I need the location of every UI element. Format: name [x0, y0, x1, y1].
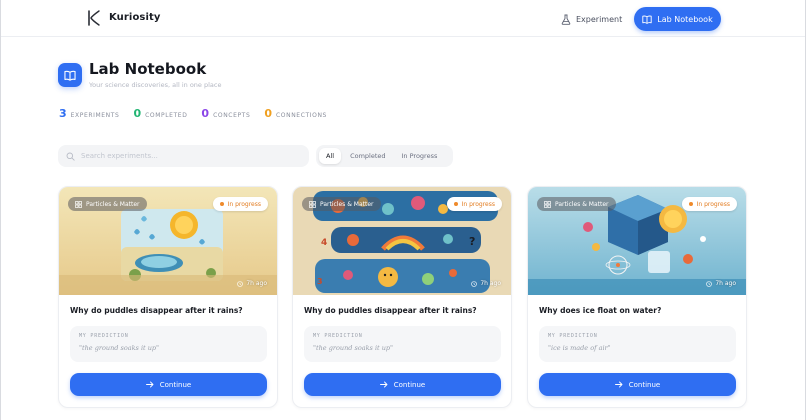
status-badge: In progress: [681, 197, 737, 211]
timestamp-label: 7h ago: [480, 280, 501, 287]
topic-chip: Particles & Matter: [537, 197, 616, 211]
app-frame: Kuriosity Experiment Lab Notebook Lab No…: [0, 0, 806, 420]
clock-icon: [706, 280, 713, 287]
stat-label: Completed: [145, 112, 188, 119]
prediction-text: "the ground soaks it up": [313, 344, 394, 352]
experiment-card[interactable]: Particles & Matter In progress 7h ago Wh…: [527, 186, 747, 408]
stat-completed: 0 Completed: [133, 107, 187, 120]
topic-label: Particles & Matter: [320, 200, 374, 208]
atom-grid-icon: [75, 200, 82, 208]
top-bar: Kuriosity Experiment Lab Notebook: [1, 0, 805, 37]
continue-button[interactable]: Continue: [539, 373, 736, 396]
kuriosity-logo-icon[interactable]: [87, 10, 101, 26]
topic-label: Particles & Matter: [555, 200, 609, 208]
prediction-text: "the ground soaks it up": [79, 344, 160, 352]
stat-value: 0: [264, 107, 273, 120]
continue-button[interactable]: Continue: [304, 373, 501, 396]
search-box[interactable]: [58, 145, 309, 167]
prediction-box: My prediction "ice is made of air": [539, 326, 736, 362]
atom-grid-icon: [544, 200, 551, 208]
clock-icon: [471, 280, 478, 287]
topic-chip: Particles & Matter: [302, 197, 381, 211]
stat-value: 0: [133, 107, 142, 120]
nav-lab-notebook[interactable]: Lab Notebook: [634, 7, 721, 31]
filter-all[interactable]: All: [319, 148, 342, 164]
stats-row: 3 Experiments 0 Completed 0 Concepts 0 C…: [59, 107, 327, 120]
timestamp: 7h ago: [237, 280, 267, 287]
experiment-question: Why do puddles disappear after it rains?: [304, 306, 477, 315]
status-dot-icon: [219, 202, 224, 206]
atom-grid-icon: [309, 200, 316, 208]
filter-completed[interactable]: Completed: [343, 148, 392, 164]
stat-connections: 0 Connections: [264, 107, 327, 120]
status-label: In progress: [227, 200, 261, 208]
prediction-label: My prediction: [548, 333, 598, 339]
book-icon: [64, 70, 76, 81]
status-label: In progress: [696, 200, 730, 208]
book-icon: [642, 15, 652, 24]
clock-icon: [237, 280, 244, 287]
prediction-text: "ice is made of air": [548, 344, 611, 352]
nav-experiment[interactable]: Experiment: [561, 11, 622, 27]
stat-label: Concepts: [213, 112, 251, 119]
stat-value: 3: [59, 107, 67, 120]
prediction-label: My prediction: [313, 333, 363, 339]
nav-lab-notebook-label: Lab Notebook: [657, 14, 713, 24]
stat-concepts: 0 Concepts: [201, 107, 250, 120]
status-label: In progress: [461, 200, 495, 208]
stat-experiments: 3 Experiments: [59, 107, 119, 120]
nav-experiment-label: Experiment: [576, 14, 623, 24]
filter-tabs: All Completed In Progress: [316, 145, 453, 167]
timestamp: 7h ago: [471, 280, 501, 287]
continue-label: Continue: [159, 380, 192, 389]
prediction-label: My prediction: [79, 333, 129, 339]
page-subtitle: Your science discoveries, all in one pla…: [89, 81, 222, 89]
arrow-right-icon: [145, 381, 154, 388]
timestamp-label: 7h ago: [715, 280, 736, 287]
filter-in-progress[interactable]: In Progress: [395, 148, 445, 164]
status-badge: In progress: [212, 197, 268, 211]
continue-label: Continue: [628, 380, 661, 389]
status-dot-icon: [453, 202, 458, 206]
notebook-badge: [58, 63, 82, 87]
continue-button[interactable]: Continue: [70, 373, 267, 396]
flask-icon: [561, 14, 571, 25]
topic-label: Particles & Matter: [86, 200, 140, 208]
prediction-box: My prediction "the ground soaks it up": [70, 326, 267, 362]
experiment-card[interactable]: Particles & Matter In progress 7h ago Wh…: [58, 186, 278, 408]
arrow-right-icon: [614, 381, 623, 388]
svg-text:4: 4: [321, 238, 327, 248]
arrow-right-icon: [379, 381, 388, 388]
experiment-question: Why does ice float on water?: [539, 306, 662, 315]
stat-value: 0: [201, 107, 210, 120]
stat-label: Experiments: [70, 112, 120, 119]
timestamp-label: 7h ago: [246, 280, 267, 287]
status-dot-icon: [688, 202, 693, 206]
experiment-question: Why do puddles disappear after it rains?: [70, 306, 243, 315]
topic-chip: Particles & Matter: [68, 197, 147, 211]
stat-label: Connections: [276, 112, 327, 119]
status-badge: In progress: [446, 197, 502, 211]
page-title: Lab Notebook: [89, 60, 207, 78]
timestamp: 7h ago: [706, 280, 736, 287]
search-icon: [66, 152, 75, 161]
continue-label: Continue: [393, 380, 426, 389]
svg-text:?: ?: [469, 235, 475, 248]
prediction-box: My prediction "the ground soaks it up": [304, 326, 501, 362]
svg-text:3: 3: [317, 277, 323, 286]
brand-name[interactable]: Kuriosity: [109, 12, 161, 23]
experiment-card[interactable]: 4 ? 3 Particles & Matter In progress 7h …: [292, 186, 512, 408]
search-input[interactable]: [81, 152, 301, 160]
